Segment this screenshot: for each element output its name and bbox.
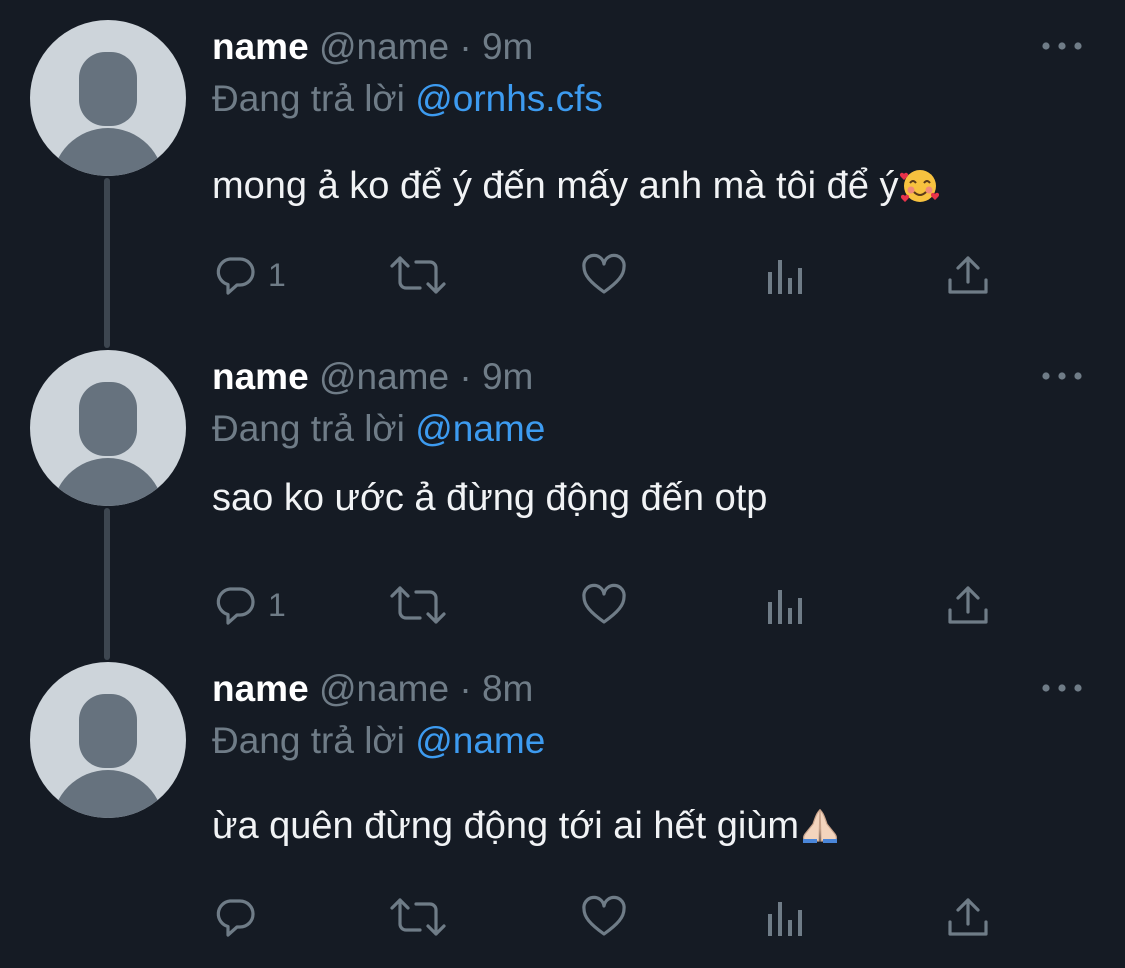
tweet[interactable]: name @name · 8m Đang trả lời @name ừa qu… [0,642,1125,954]
more-options-icon[interactable] [1040,368,1084,384]
avatar-placeholder-body [52,128,164,176]
retweet-icon [390,256,446,294]
tweet-text: ừa quên đừng động tới ai hết giùm [212,804,841,848]
user-handle[interactable]: @name [319,356,449,397]
tweet-header: name @name · 9m [212,356,533,398]
tweet-header: name @name · 8m [212,668,533,710]
separator-dot: · [459,356,472,397]
replying-to: Đang trả lời @name [212,720,545,762]
reply-button[interactable]: 1 [212,250,286,300]
tweet[interactable]: name @name · 9m Đang trả lời @ornhs.cfs … [0,0,1125,312]
avatar-placeholder-body [52,770,164,818]
analytics-icon [768,590,802,624]
analytics-button[interactable] [766,250,806,300]
analytics-button[interactable] [766,580,806,630]
analytics-button[interactable] [766,892,806,942]
share-button[interactable] [946,250,990,300]
heart-icon [582,583,626,624]
reply-icon [216,257,255,295]
smiling-face-with-hearts-icon [899,170,939,202]
mention-link[interactable]: @name [415,720,545,761]
avatar-placeholder-body [52,458,164,506]
analytics-icon [768,260,802,294]
more-options-icon[interactable] [1040,680,1084,696]
avatar-placeholder-head [79,382,137,456]
tweet-text-content: mong ả ko để ý đến mấy anh mà tôi để ý [212,165,899,207]
timestamp[interactable]: 9m [482,356,533,397]
reply-count: 1 [268,256,286,293]
folded-hands-icon [803,808,838,843]
separator-dot: · [459,26,472,67]
mention-link[interactable]: @ornhs.cfs [415,78,603,119]
share-icon [948,586,988,624]
separator-dot: · [459,668,472,709]
tweet-actions: 1 [212,250,1012,300]
replying-prefix: Đang trả lời [212,78,405,119]
reply-button[interactable] [212,892,258,942]
share-button[interactable] [946,580,990,630]
replying-to: Đang trả lời @name [212,408,545,450]
display-name[interactable]: name [212,26,309,67]
like-button[interactable] [580,892,628,942]
retweet-icon [390,586,446,624]
reply-icon [216,587,255,625]
retweet-button[interactable] [388,580,448,630]
reply-count: 1 [268,586,286,623]
tweet-text-content: sao ko ước ả đừng động đến otp [212,477,768,519]
avatar-placeholder-head [79,52,137,126]
retweet-button[interactable] [388,250,448,300]
tweet-text: mong ả ko để ý đến mấy anh mà tôi để ý [212,164,941,208]
tweet-header: name @name · 9m [212,26,533,68]
avatar[interactable] [30,662,186,818]
display-name[interactable]: name [212,668,309,709]
retweet-button[interactable] [388,892,448,942]
share-icon [948,898,988,936]
user-handle[interactable]: @name [319,26,449,67]
reply-button[interactable]: 1 [212,580,286,630]
tweet-thread: name @name · 9m Đang trả lời @ornhs.cfs … [0,0,1125,968]
retweet-icon [390,898,446,936]
timestamp[interactable]: 9m [482,26,533,67]
share-icon [948,256,988,294]
avatar-placeholder-head [79,694,137,768]
heart-icon [582,895,626,936]
timestamp[interactable]: 8m [482,668,533,709]
tweet-text: sao ko ước ả đừng động đến otp [212,476,767,520]
tweet-actions [212,892,1012,942]
tweet[interactable]: name @name · 9m Đang trả lời @name sao k… [0,330,1125,642]
replying-prefix: Đang trả lời [212,720,405,761]
user-handle[interactable]: @name [319,668,449,709]
tweet-actions: 1 [212,580,1012,630]
reply-icon [216,899,255,937]
display-name[interactable]: name [212,356,309,397]
replying-to: Đang trả lời @ornhs.cfs [212,78,603,120]
share-button[interactable] [946,892,990,942]
tweet-text-content: ừa quên đừng động tới ai hết giùm [212,805,800,847]
like-button[interactable] [580,580,628,630]
analytics-icon [768,902,802,936]
replying-prefix: Đang trả lời [212,408,405,449]
avatar[interactable] [30,350,186,506]
avatar[interactable] [30,20,186,176]
mention-link[interactable]: @name [415,408,545,449]
like-button[interactable] [580,250,628,300]
heart-icon [582,253,626,294]
more-options-icon[interactable] [1040,38,1084,54]
